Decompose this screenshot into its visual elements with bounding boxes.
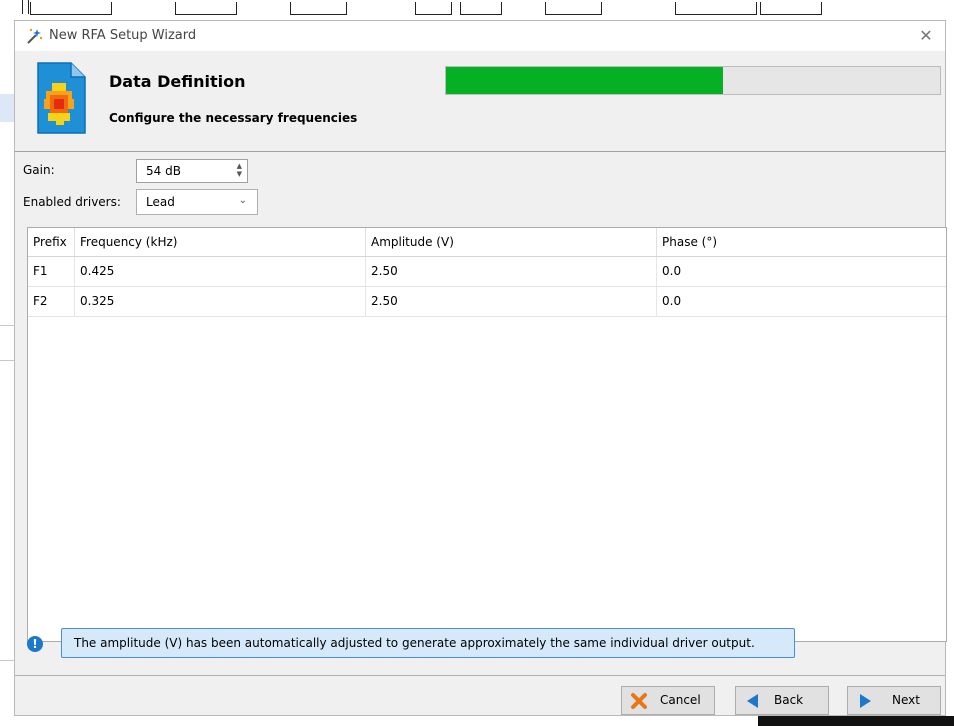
page-subtitle: Configure the necessary frequencies [109,111,358,125]
gain-value: 54 dB [146,164,181,178]
wizard-header: Data Definition Configure the necessary … [15,51,945,152]
rfa-document-icon [37,62,86,134]
progress-fill [446,67,723,94]
table-header: Prefix Frequency (kHz) Amplitude (V) Pha… [28,228,946,257]
wizard-progress-bar [445,66,941,95]
enabled-drivers-label: Enabled drivers: [23,195,121,209]
page-title: Data Definition [109,72,246,91]
setup-wizard-dialog: New RFA Setup Wizard ✕ Data Definition C… [14,20,947,716]
gain-label: Gain: [23,163,55,177]
info-icon: ! [27,636,43,652]
footer-divider [15,675,945,676]
window-title: New RFA Setup Wizard [49,28,197,43]
cell-prefix: F2 [28,287,75,316]
next-label: Next [892,693,920,707]
cancel-x-icon [631,693,647,709]
info-message: The amplitude (V) has been automatically… [61,628,795,658]
cancel-button[interactable]: Cancel [621,686,715,715]
cell-phase[interactable]: 0.0 [657,257,946,286]
column-header-amplitude[interactable]: Amplitude (V) [366,228,657,256]
background-app-edge [946,20,954,726]
cell-prefix: F1 [28,257,75,286]
cell-amplitude[interactable]: 2.50 [366,257,657,286]
table-row[interactable]: F2 0.325 2.50 0.0 [28,287,946,317]
arrow-right-icon [860,694,871,708]
cell-frequency[interactable]: 0.425 [75,257,366,286]
enabled-drivers-value: Lead [146,195,175,209]
spin-arrows-icon[interactable]: ▲ ▼ [237,162,242,178]
back-label: Back [774,693,804,707]
enabled-drivers-dropdown[interactable]: Lead ⌄ [136,189,258,215]
frequency-table: Prefix Frequency (kHz) Amplitude (V) Pha… [27,227,947,642]
magic-wand-icon [27,28,43,44]
next-button[interactable]: Next [847,686,941,715]
back-button[interactable]: Back [735,686,829,715]
cell-amplitude[interactable]: 2.50 [366,287,657,316]
table-row[interactable]: F1 0.425 2.50 0.0 [28,257,946,287]
cancel-label: Cancel [660,693,701,707]
cell-phase[interactable]: 0.0 [657,287,946,316]
column-header-frequency[interactable]: Frequency (kHz) [75,228,366,256]
background-app-statusbar [0,716,954,726]
title-bar: New RFA Setup Wizard ✕ [15,21,945,51]
close-button[interactable]: ✕ [915,25,937,47]
arrow-left-icon [747,694,758,708]
background-app-toolbar [0,0,954,21]
column-header-phase[interactable]: Phase (°) [657,228,946,256]
cell-frequency[interactable]: 0.325 [75,287,366,316]
gain-spinbox[interactable]: 54 dB ▲ ▼ [136,159,248,183]
column-header-prefix[interactable]: Prefix [28,228,75,256]
chevron-down-icon: ⌄ [238,195,247,206]
background-app-sidebar [0,20,15,720]
